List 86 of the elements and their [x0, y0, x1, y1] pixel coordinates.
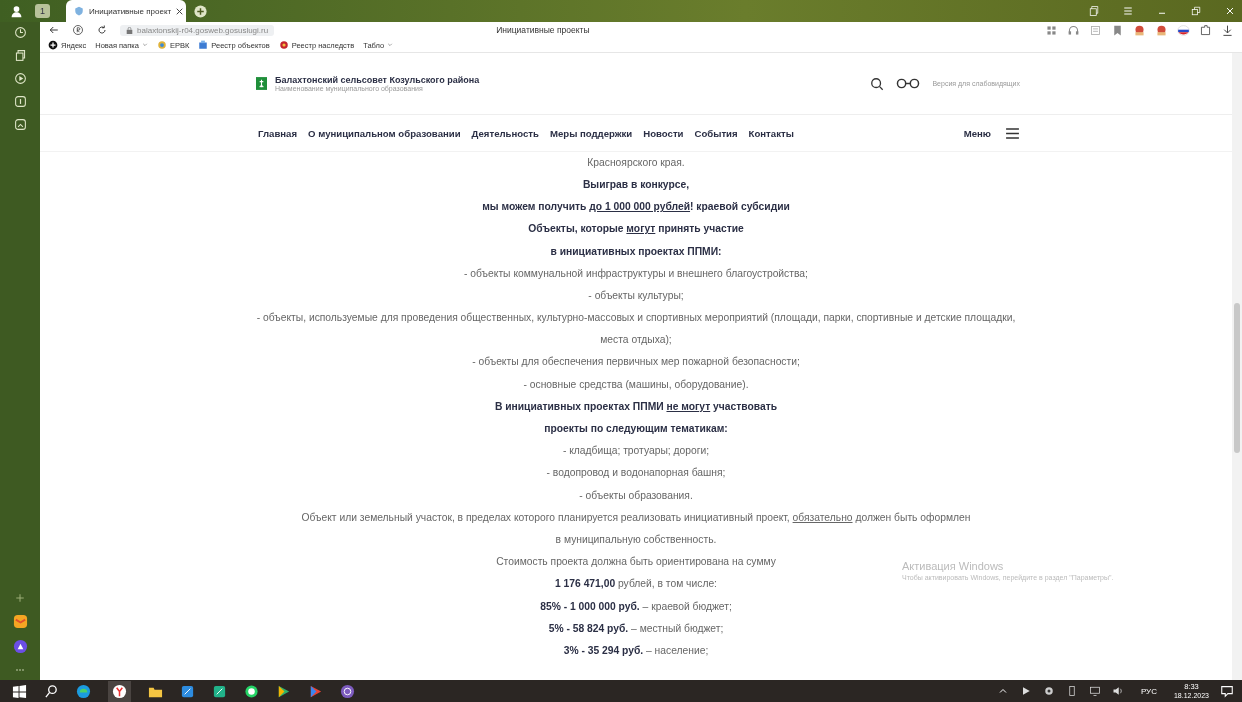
- heading-text: в инициативных проектах ППМИ:: [550, 245, 722, 257]
- caret-icon: [387, 42, 394, 48]
- flag-icon[interactable]: [1177, 23, 1190, 37]
- paragraph-text: 1 176 471,00 рублей, в том числе:: [555, 578, 717, 590]
- paragraph-text: Красноярского края.: [587, 156, 685, 168]
- nav-link[interactable]: Меры поддержки: [549, 127, 633, 139]
- paragraph-text: - объекты, используемые для проведения общественных, культурно-массовых и спортивных мероприятий (площади, парки, спортивные и детские площадки,: [256, 312, 1016, 324]
- new-tab-icon[interactable]: [194, 4, 207, 18]
- heading-text: Выиграв в конкурсе,: [582, 179, 690, 190]
- nav-link[interactable]: События: [694, 127, 738, 139]
- heading-text: В инициативных проектах ППМИ не могут участвовать: [494, 400, 778, 412]
- paragraph-text: 3% - 35 294 руб. – население;: [563, 644, 709, 656]
- speaker-icon[interactable]: [1111, 685, 1124, 697]
- tab-counter[interactable]: 1: [35, 4, 50, 18]
- profile-icon[interactable]: [10, 4, 23, 18]
- paragraph-text: места отдыха);: [600, 334, 672, 346]
- emblem-icon: [278, 40, 289, 50]
- headphones-icon[interactable]: [1067, 23, 1080, 37]
- paragraph-text: - объекты культуры;: [588, 289, 684, 301]
- nav-link[interactable]: Главная: [258, 127, 298, 139]
- page-title: Инициативные проекты: [496, 25, 591, 35]
- windows-icon[interactable]: [12, 683, 27, 699]
- app-icon[interactable]: [212, 683, 227, 699]
- site-title[interactable]: Балахтонский сельсовет Козульского района: [275, 75, 480, 85]
- collections-icon[interactable]: [13, 49, 27, 62]
- play-icon[interactable]: [13, 72, 27, 85]
- close-icon[interactable]: [176, 7, 184, 15]
- download-icon[interactable]: [1221, 23, 1234, 37]
- search-icon[interactable]: [44, 683, 59, 699]
- assistant-icon[interactable]: [12, 639, 28, 654]
- lock-icon: [126, 26, 133, 34]
- tabs-icon[interactable]: [1088, 5, 1100, 17]
- tab-title: Инициативные проект: [89, 6, 172, 16]
- heading-text: мы можем получить до 1 000 000 рублей! краевой субсидии: [482, 201, 790, 213]
- paragraph-text: 85% - 1 000 000 руб. – краевой бюджет;: [540, 600, 732, 612]
- notification-icon[interactable]: [1220, 684, 1234, 698]
- back-icon[interactable]: [48, 24, 60, 36]
- browser-tab[interactable]: Инициативные проект: [66, 0, 186, 22]
- caret-icon: [141, 42, 148, 48]
- browser-icon[interactable]: [108, 680, 131, 702]
- heading-text: проекты по следующим тематикам:: [544, 423, 728, 435]
- paragraph-text: - кладбища; тротуары; дороги;: [562, 445, 710, 457]
- grid-icon[interactable]: [1045, 23, 1058, 37]
- menu-link[interactable]: Меню: [963, 127, 991, 139]
- yandex-icon[interactable]: [72, 24, 84, 36]
- paragraph-text: Объект или земельный участок, в пределах которого планируется реализовать инициативный проект, обязательно должен быть оформлен: [301, 511, 971, 523]
- building-icon: [198, 40, 209, 50]
- scrollbar-thumb[interactable]: [1234, 303, 1240, 453]
- play-icon[interactable]: [276, 683, 291, 699]
- paragraph-text: Стоимость проекта должна быть ориентирована на сумму: [496, 556, 776, 568]
- menu-icon[interactable]: [1005, 127, 1020, 139]
- emblem-icon: [156, 40, 167, 50]
- paragraph-text: - объекты коммунальной инфраструктуры и внешнего благоустройства;: [464, 267, 808, 279]
- nav-link[interactable]: Контакты: [748, 127, 794, 139]
- paragraph-text: - водопровод и водонапорная башня;: [546, 467, 726, 479]
- nav-link[interactable]: Деятельность: [471, 127, 539, 139]
- shield-icon: [74, 6, 84, 16]
- paragraph-text: - объекты образования.: [579, 489, 693, 501]
- activation-title: Активация Windows: [902, 560, 1005, 572]
- extension-icon[interactable]: [1133, 23, 1146, 37]
- emblem-icon[interactable]: [256, 77, 267, 90]
- restore-icon[interactable]: [1190, 5, 1202, 17]
- plus-icon[interactable]: [14, 592, 26, 604]
- close-icon[interactable]: [1224, 5, 1236, 17]
- search-icon[interactable]: [870, 76, 885, 91]
- paragraph-text: - объекты для обеспечения первичных мер пожарной безопасности;: [472, 356, 800, 368]
- glasses-icon[interactable]: [896, 78, 921, 89]
- square-icon[interactable]: [13, 95, 27, 108]
- nav-link[interactable]: Новости: [643, 127, 684, 139]
- clock-icon[interactable]: [13, 26, 27, 39]
- puzzle-icon[interactable]: [1199, 23, 1212, 37]
- scrollbar[interactable]: [1232, 53, 1242, 680]
- extension-icon[interactable]: [1155, 23, 1168, 37]
- bookmark-icon[interactable]: [1111, 23, 1124, 37]
- language-indicator[interactable]: РУС: [1140, 686, 1157, 696]
- url-text: balaxtonskij-r04.gosweb.gosuslugi.ru: [137, 25, 269, 35]
- app-icon[interactable]: [180, 683, 195, 699]
- reload-icon[interactable]: [96, 24, 108, 36]
- nav-link[interactable]: О муниципальном образовании: [308, 127, 461, 139]
- paragraph-text: в муниципальную собственность.: [555, 534, 717, 545]
- paragraph-text: - основные средства (машины, оборудование).: [523, 378, 749, 390]
- paragraph-text: 5% - 58 824 руб. – местный бюджет;: [548, 622, 724, 634]
- mail-icon[interactable]: [12, 614, 28, 629]
- browser-icon[interactable]: [76, 683, 91, 699]
- heading-text: Объекты, которые могут принять участие: [528, 223, 744, 235]
- plus-circle-icon: [48, 40, 58, 50]
